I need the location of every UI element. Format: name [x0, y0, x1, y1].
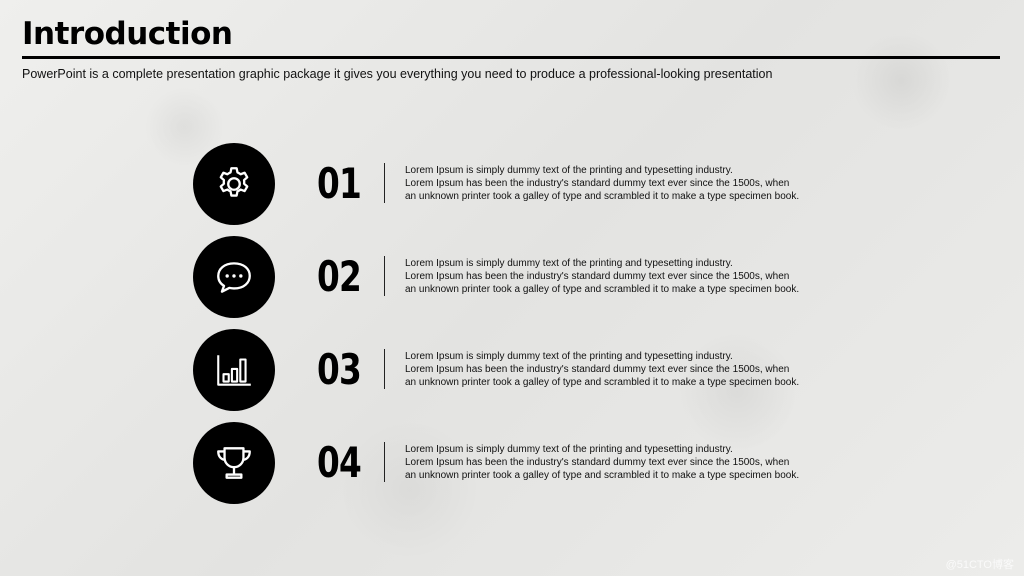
title-underline	[22, 56, 1000, 59]
slide-subtitle: PowerPoint is a complete presentation gr…	[22, 67, 773, 81]
description-line: Lorem Ipsum is simply dummy text of the …	[405, 444, 733, 455]
vertical-divider	[384, 163, 385, 203]
description-line: Lorem Ipsum is simply dummy text of the …	[405, 258, 733, 269]
item-description: Lorem Ipsum is simply dummy text of the …	[405, 350, 875, 389]
gear-icon	[219, 167, 249, 197]
item-number: 03	[317, 345, 362, 394]
item-description: Lorem Ipsum is simply dummy text of the …	[405, 164, 875, 203]
description-line: Lorem Ipsum has been the industry's stan…	[405, 271, 790, 282]
watermark: @51CTO博客	[945, 559, 1014, 571]
list-item-02: 02 Lorem Ipsum is simply dummy text of t…	[193, 236, 893, 318]
bar-chart-icon	[217, 355, 251, 386]
description-line: Lorem Ipsum has been the industry's stan…	[405, 457, 790, 468]
icon-circle	[193, 329, 275, 411]
list-item-03: 03 Lorem Ipsum is simply dummy text of t…	[193, 329, 893, 411]
item-number: 04	[317, 438, 362, 487]
list-item-01: 01 Lorem Ipsum is simply dummy text of t…	[193, 143, 893, 225]
item-number: 02	[317, 252, 362, 301]
list-item-04: 04 Lorem Ipsum is simply dummy text of t…	[193, 422, 893, 504]
item-number: 01	[317, 159, 362, 208]
vertical-divider	[384, 442, 385, 482]
description-line: an unknown printer took a galley of type…	[405, 284, 800, 295]
description-line: Lorem Ipsum is simply dummy text of the …	[405, 165, 733, 176]
description-line: Lorem Ipsum has been the industry's stan…	[405, 364, 790, 375]
description-line: Lorem Ipsum has been the industry's stan…	[405, 178, 790, 189]
slide-title: Introduction	[22, 16, 233, 52]
icon-circle	[193, 422, 275, 504]
chat-bubble-icon	[217, 262, 251, 293]
vertical-divider	[384, 349, 385, 389]
trophy-icon	[217, 447, 251, 479]
description-line: an unknown printer took a galley of type…	[405, 377, 800, 388]
item-description: Lorem Ipsum is simply dummy text of the …	[405, 443, 875, 482]
description-line: an unknown printer took a galley of type…	[405, 191, 800, 202]
vertical-divider	[384, 256, 385, 296]
icon-circle	[193, 143, 275, 225]
icon-circle	[193, 236, 275, 318]
description-line: Lorem Ipsum is simply dummy text of the …	[405, 351, 733, 362]
description-line: an unknown printer took a galley of type…	[405, 470, 800, 481]
slide: Introduction PowerPoint is a complete pr…	[0, 0, 1024, 576]
item-description: Lorem Ipsum is simply dummy text of the …	[405, 257, 875, 296]
